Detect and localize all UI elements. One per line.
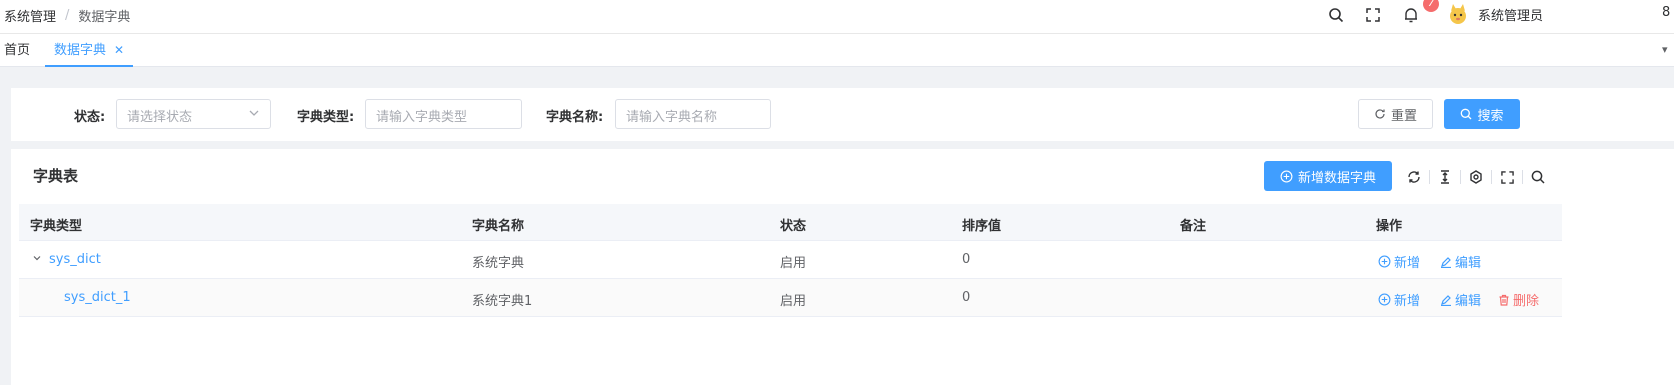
row-add-button[interactable]: 新增 bbox=[1378, 252, 1420, 271]
plus-circle-icon bbox=[1378, 255, 1391, 268]
panel-title: 字典表 bbox=[33, 167, 79, 185]
table-header: 字典类型 字典名称 状态 排序值 备注 操作 bbox=[19, 204, 1562, 241]
column-header-dict-name: 字典名称 bbox=[472, 219, 525, 234]
status-cell: 启用 bbox=[780, 256, 807, 271]
toolbar-divider bbox=[1460, 170, 1461, 184]
settings-icon[interactable] bbox=[1467, 168, 1485, 186]
table-row: sys_dict 系统字典 启用 0 新增 编辑 bbox=[19, 241, 1562, 279]
expand-icon[interactable] bbox=[32, 253, 42, 263]
dict-name-label: 字典名称: bbox=[546, 110, 604, 125]
dict-name-cell: 系统字典1 bbox=[472, 294, 533, 309]
filter-bar: 状态: 请选择状态 字典类型: 请输入字典类型 字典名称: 请输入字典名称 重置… bbox=[11, 88, 1674, 141]
status-label: 状态: bbox=[74, 110, 106, 125]
dict-type-placeholder: 请输入字典类型 bbox=[376, 110, 468, 125]
plus-circle-icon bbox=[1280, 170, 1293, 182]
search-label: 搜索 bbox=[1477, 108, 1504, 124]
add-dictionary-label: 新增数据字典 bbox=[1297, 170, 1376, 186]
dict-type-cell[interactable]: sys_dict_1 bbox=[64, 290, 131, 305]
row-add-label: 新增 bbox=[1394, 256, 1421, 271]
breadcrumb-separator: / bbox=[65, 8, 70, 23]
dict-name-input[interactable]: 请输入字典名称 bbox=[615, 99, 771, 129]
row-edit-button[interactable]: 编辑 bbox=[1440, 290, 1481, 309]
column-header-actions: 操作 bbox=[1376, 219, 1403, 234]
avatar-icon[interactable] bbox=[1446, 2, 1470, 26]
dict-name-placeholder: 请输入字典名称 bbox=[626, 110, 718, 125]
chevron-down-icon[interactable]: ▾ bbox=[1662, 43, 1668, 56]
dict-type-input[interactable]: 请输入字典类型 bbox=[365, 99, 522, 129]
toolbar-divider bbox=[1522, 170, 1523, 184]
tab-home[interactable]: 首页 bbox=[4, 34, 30, 67]
column-header-dict-type: 字典类型 bbox=[30, 219, 83, 234]
tab-label: 数据字典 bbox=[54, 43, 107, 58]
reset-button[interactable]: 重置 bbox=[1358, 99, 1433, 129]
dict-name-cell: 系统字典 bbox=[472, 256, 525, 271]
row-delete-label: 删除 bbox=[1513, 294, 1540, 309]
row-edit-label: 编辑 bbox=[1455, 256, 1482, 271]
table-panel: 字典表 新增数据字典 字典类型 字典名称 状态 排序值 备注 操作 sys_di… bbox=[11, 149, 1674, 385]
chevron-down-icon bbox=[248, 107, 260, 119]
add-dictionary-button[interactable]: 新增数据字典 bbox=[1264, 161, 1392, 191]
breadcrumb-root[interactable]: 系统管理 bbox=[4, 6, 56, 25]
status-placeholder: 请选择状态 bbox=[127, 110, 193, 125]
column-header-sort: 排序值 bbox=[962, 219, 1002, 234]
search-button[interactable]: 搜索 bbox=[1444, 99, 1520, 129]
column-header-remark: 备注 bbox=[1180, 219, 1207, 234]
tab-data-dictionary[interactable]: 数据字典 ✕ bbox=[45, 34, 133, 67]
row-delete-button[interactable]: 删除 bbox=[1498, 290, 1539, 309]
username[interactable]: 系统管理员 bbox=[1478, 5, 1543, 24]
sort-cell: 0 bbox=[962, 290, 971, 305]
status-cell: 启用 bbox=[780, 294, 807, 309]
fullscreen-icon[interactable] bbox=[1362, 4, 1384, 26]
sort-cell: 0 bbox=[962, 252, 971, 267]
search-icon[interactable] bbox=[1529, 168, 1547, 186]
breadcrumb: 系统管理 / 数据字典 bbox=[4, 6, 130, 25]
column-header-status: 状态 bbox=[780, 219, 807, 234]
notification-badge: 7 bbox=[1423, 0, 1439, 12]
row-add-label: 新增 bbox=[1394, 294, 1421, 309]
refresh-icon[interactable] bbox=[1405, 168, 1423, 186]
column-height-icon[interactable] bbox=[1436, 168, 1454, 186]
toolbar-divider bbox=[1491, 170, 1492, 184]
row-edit-button[interactable]: 编辑 bbox=[1440, 252, 1481, 271]
dict-type-label: 字典类型: bbox=[297, 110, 355, 125]
dictionary-table: 字典类型 字典名称 状态 排序值 备注 操作 sys_dict 系统字典 启用 … bbox=[19, 204, 1562, 317]
tabs-bar: 首页 数据字典 ✕ ▾ bbox=[0, 34, 1674, 67]
reset-label: 重置 bbox=[1390, 108, 1417, 124]
header-overflow-text: 8 bbox=[1662, 5, 1671, 20]
fullscreen-icon[interactable] bbox=[1498, 168, 1516, 186]
dict-type-cell[interactable]: sys_dict bbox=[49, 252, 101, 267]
row-edit-label: 编辑 bbox=[1455, 294, 1482, 309]
toolbar-divider bbox=[1429, 170, 1430, 184]
edit-icon bbox=[1441, 294, 1451, 306]
search-icon bbox=[1461, 108, 1472, 120]
plus-circle-icon bbox=[1378, 293, 1391, 306]
bell-icon[interactable] bbox=[1400, 4, 1422, 26]
search-icon[interactable] bbox=[1325, 4, 1347, 26]
top-bar: 系统管理 / 数据字典 7 系统管理员 8 bbox=[0, 0, 1674, 34]
close-icon[interactable]: ✕ bbox=[114, 34, 124, 67]
status-select[interactable]: 请选择状态 bbox=[116, 99, 271, 129]
edit-icon bbox=[1441, 256, 1451, 268]
table-row: sys_dict_1 系统字典1 启用 0 新增 编辑 删除 bbox=[19, 279, 1562, 317]
refresh-icon bbox=[1375, 109, 1385, 119]
breadcrumb-current: 数据字典 bbox=[78, 10, 131, 25]
row-add-button[interactable]: 新增 bbox=[1378, 290, 1420, 309]
delete-icon bbox=[1499, 294, 1509, 306]
